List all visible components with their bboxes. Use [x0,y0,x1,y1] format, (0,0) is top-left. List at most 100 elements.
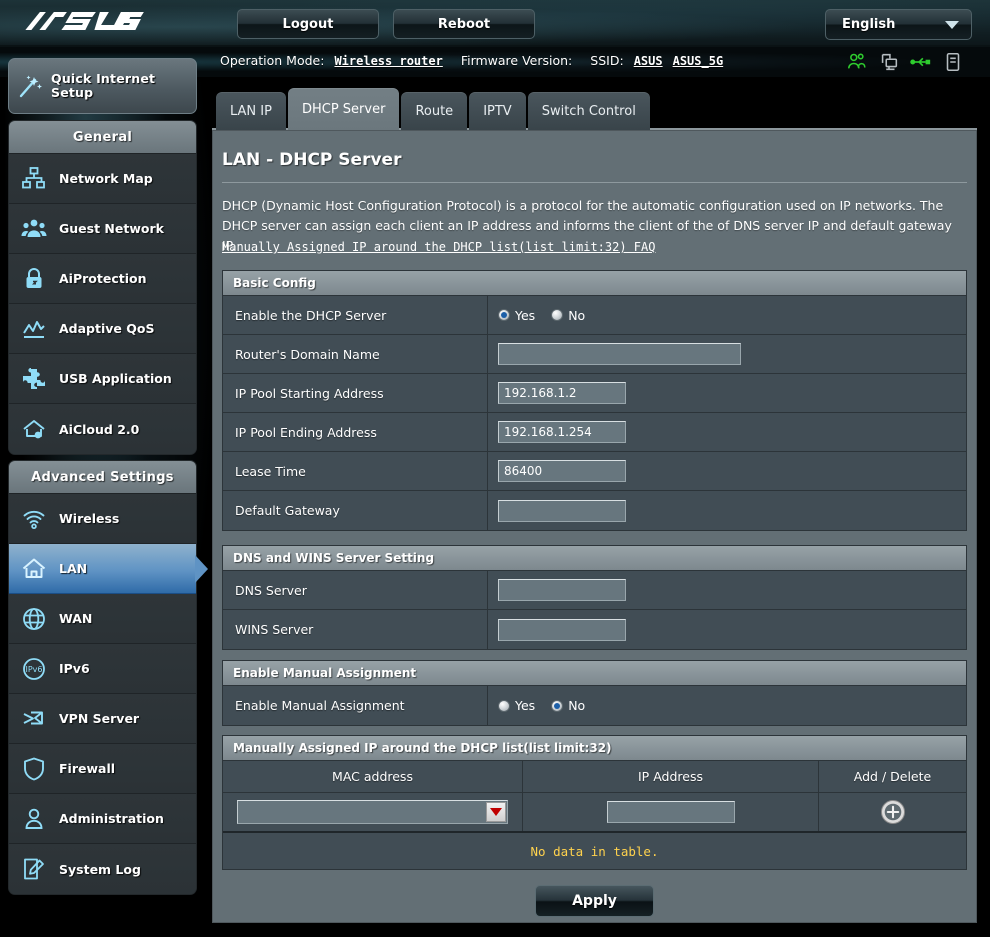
row-default-gateway: Default Gateway [223,491,966,530]
manual-assignment-no-radio[interactable]: No [551,698,585,713]
network-monitors-icon[interactable] [878,51,900,73]
empty-table-message: No data in table. [223,833,966,869]
column-header-ip: IP Address [523,761,819,792]
log-icon [9,856,59,882]
sidebar-item-system-log[interactable]: System Log [9,844,196,894]
page-title: LAN - DHCP Server [222,150,402,170]
wins-server-input[interactable] [498,618,626,641]
sidebar-item-lan[interactable]: LAN [9,544,208,594]
tab-switch-control[interactable]: Switch Control [527,92,650,130]
quick-internet-setup-label: Quick Internet Setup [51,71,156,100]
tab-lan-ip[interactable]: LAN IP [216,92,286,130]
sidebar-group-advanced-title: Advanced Settings [9,461,196,494]
dns-wins-header: DNS and WINS Server Setting [223,546,966,571]
pool-end-input[interactable] [498,421,626,443]
sidebar-item-wan[interactable]: WAN [9,594,196,644]
tab-iptv[interactable]: IPTV [469,92,526,130]
active-pointer-arrow [195,554,208,583]
sidebar-item-guest-network[interactable]: Guest Network [9,204,196,254]
chevron-down-icon [945,20,959,29]
row-enable-dhcp: Enable the DHCP Server Yes No [223,296,966,335]
sidebar-item-wireless-label: Wireless [59,511,120,526]
assigned-ip-table-head: MAC address IP Address Add / Delete [223,761,966,793]
reboot-button[interactable]: Reboot [393,9,535,39]
column-header-add-delete: Add / Delete [853,769,932,784]
sidebar-item-network-map-label: Network Map [59,171,153,186]
sidebar-item-system-log-label: System Log [59,861,141,877]
language-label: English [842,17,896,32]
apply-button[interactable]: Apply [535,885,654,917]
language-selector[interactable]: English [825,9,972,40]
sidebar-item-firewall-label: Firewall [59,761,116,776]
operation-mode-label: Operation Mode: [220,53,325,68]
column-header-mac: MAC address [223,761,523,792]
radio-dot-selected-icon [551,699,564,712]
manual-assignment-yes-radio[interactable]: Yes [498,698,535,713]
sidebar-item-ipv6[interactable]: IPv6 IPv6 [9,644,196,694]
tab-bar: LAN IP DHCP Server Route IPTV Switch Con… [216,88,652,130]
sidebar-item-administration[interactable]: Administration [9,794,196,844]
printer-icon[interactable] [942,51,964,73]
usb-icon[interactable] [910,51,932,73]
add-row-button[interactable] [880,799,906,825]
assigned-ip-new-row [223,793,966,833]
enable-dhcp-yes-label: Yes [515,307,536,323]
tab-route[interactable]: Route [401,92,468,130]
sidebar-item-wan-label: WAN [59,611,93,626]
ssid-label: SSID: [590,53,624,68]
status-icons [846,51,964,73]
enable-manual-assignment-label: Enable Manual Assignment [223,686,488,725]
home-icon [9,556,59,582]
sidebar-item-administration-label: Administration [59,811,164,826]
sidebar-item-aicloud[interactable]: AiCloud 2.0 [9,404,196,454]
sidebar-item-aicloud-label: AiCloud 2.0 [59,421,140,437]
row-lease-time: Lease Time [223,452,966,491]
sidebar-item-firewall[interactable]: Firewall [9,744,196,794]
pool-start-input[interactable] [498,382,626,404]
chevron-down-icon[interactable] [486,802,506,822]
svg-text:IPv6: IPv6 [25,665,42,674]
enable-dhcp-radio-group: Yes No [498,308,585,323]
asus-logo-svg [25,12,144,30]
domain-name-label: Router's Domain Name [223,335,488,373]
sidebar-item-adaptive-qos[interactable]: Adaptive QoS [9,304,196,354]
mac-address-select[interactable] [237,800,508,824]
guest-network-icon [9,216,59,242]
logout-button[interactable]: Logout [237,9,379,39]
ssid-24g-value[interactable]: ASUS [634,54,663,68]
sidebar-item-ipv6-label: IPv6 [59,661,90,676]
main-panel: LAN - DHCP Server DHCP (Dynamic Host Con… [212,128,977,923]
basic-config-header: Basic Config [223,271,966,296]
sidebar-item-network-map[interactable]: Network Map [9,154,196,204]
sidebar-item-aiprotection[interactable]: AiProtection [9,254,196,304]
row-pool-end: IP Pool Ending Address [223,413,966,452]
magic-wand-icon [9,71,51,101]
enable-dhcp-no-radio[interactable]: No [551,308,585,323]
manual-assignment-table: Enable Manual Assignment Enable Manual A… [222,660,967,726]
manual-assignment-no-label: No [568,698,586,713]
firmware-version-label: Firmware Version: [460,53,573,68]
faq-link[interactable]: Manually Assigned IP around the DHCP lis… [222,240,655,254]
sidebar-item-vpn-server[interactable]: VPN Server [9,694,196,744]
clients-icon[interactable] [846,51,868,73]
row-wins-server: WINS Server [223,610,966,649]
domain-name-input[interactable] [498,343,741,365]
lease-time-input[interactable] [498,460,626,482]
sidebar-item-wireless[interactable]: Wireless [9,494,196,544]
dns-server-input[interactable] [498,579,626,601]
sidebar-item-vpn-server-label: VPN Server [59,711,140,726]
router-info: Operation Mode: Wireless router Firmware… [220,53,723,68]
ip-address-input[interactable] [606,801,735,823]
sidebar-item-usb-application[interactable]: USB Application [9,354,196,404]
ssid-5g-value[interactable]: ASUS_5G [673,54,724,68]
operation-mode-value[interactable]: Wireless router [334,54,442,68]
quick-internet-setup-button[interactable]: Quick Internet Setup [8,58,197,114]
sidebar-item-aiprotection-label: AiProtection [59,271,147,286]
tab-dhcp-server[interactable]: DHCP Server [287,88,400,130]
sidebar-item-guest-network-label: Guest Network [59,221,164,236]
right-edge-filler [977,77,990,937]
network-map-icon [9,166,59,192]
enable-dhcp-yes-radio[interactable]: Yes [498,308,535,323]
default-gateway-input[interactable] [498,499,626,522]
top-banner: Logout Reboot English [0,0,990,47]
